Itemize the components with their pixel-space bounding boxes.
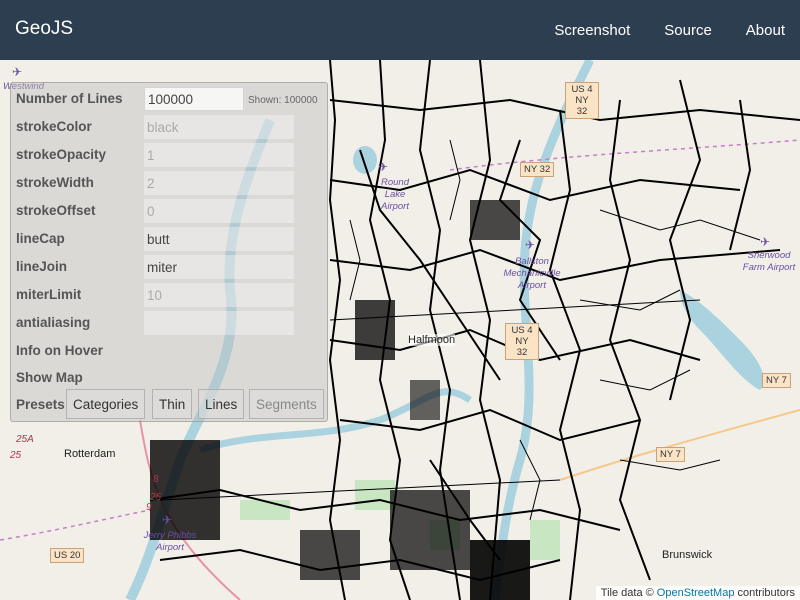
route-shield: US 4 NY 32 [505,323,539,360]
airport-icon: ✈ [378,160,389,174]
route-shield: US 4 NY 32 [565,82,599,119]
road [729,99,752,251]
road [328,60,346,600]
preset-categories-button[interactable]: Categories [66,389,146,419]
stroke-offset-label: strokeOffset [16,203,96,218]
airport-icon: ✈ [162,513,173,527]
route-shield: NY 32 [520,162,555,177]
stroke-width-row: strokeWidth [16,171,326,195]
nav-about[interactable]: About [746,22,785,39]
nav-source[interactable]: Source [664,22,712,39]
shown-count: Shown: 100000 [248,95,318,106]
preset-segments-button[interactable]: Segments [249,389,324,419]
antialiasing-label: antialiasing [16,315,91,330]
stroke-opacity-label: strokeOpacity [16,147,107,162]
number-of-lines-input[interactable] [144,87,244,111]
airport-icon: ✈ [12,65,23,79]
stroke-opacity-row: strokeOpacity [16,143,326,167]
preset-lines-button[interactable]: Lines [198,389,245,419]
round-lake [353,146,377,174]
town-label: Brunswick [662,549,713,561]
route-shield: US 20 [50,548,85,563]
airport-icon: ✈ [760,235,771,249]
show-map-label: Show Map [16,370,83,385]
presets-label: Presets [16,397,65,412]
airport-label: Jerry Phibbs Airport [143,530,197,553]
stroke-color-label: strokeColor [16,119,92,134]
controls-panel: Number of Lines Shown: 100000 strokeColo… [10,82,328,422]
show-map-row: Show Map [16,366,326,390]
stroke-color-input[interactable] [144,115,294,139]
line-cap-label: lineCap [16,231,65,246]
line-cap-select[interactable] [144,227,294,251]
number-of-lines-row: Number of Lines Shown: 100000 [16,87,326,111]
antialiasing-input[interactable] [144,311,294,335]
info-on-hover-row: Info on Hover [16,339,326,363]
park [240,500,290,520]
stroke-width-input[interactable] [144,171,294,195]
town-label: Rotterdam [64,448,116,460]
miter-limit-input[interactable] [144,283,294,307]
boundary-west [0,509,151,541]
preset-thin-button[interactable]: Thin [152,389,193,419]
airport-label: Round Lake Airport [381,177,409,212]
line-join-row: lineJoin [16,255,326,279]
park [355,480,395,510]
stroke-width-label: strokeWidth [16,175,94,190]
nav-screenshot[interactable]: Screenshot [554,22,630,39]
stroke-color-row: strokeColor [16,115,326,139]
park [530,520,560,560]
attribution-suffix: contributors [737,587,795,599]
lake-east [680,290,764,390]
info-on-hover-label: Info on Hover [16,343,103,358]
stroke-opacity-input[interactable] [144,143,294,167]
attribution-prefix: Tile data © [600,587,654,599]
route-shield: NY 7 [656,447,685,462]
miter-limit-label: miterLimit [16,287,82,302]
airport-label: Sherwood Farm Airport [742,250,796,273]
line-cap-row: lineCap [16,227,326,251]
navbar: GeoJS Screenshot Source About [0,0,800,60]
airport-icon: ✈ [525,238,536,252]
stroke-offset-input[interactable] [144,199,294,223]
brand-logo[interactable]: GeoJS [15,18,73,40]
miter-limit-row: miterLimit [16,283,326,307]
route-number: 8 [153,474,159,485]
route-number: 25 [10,450,22,461]
osm-link[interactable]: OpenStreetMap [657,587,735,599]
route-number: 25A [16,434,34,445]
map-attribution: Tile data © OpenStreetMap contributors [595,586,800,600]
airport-label: Ballston Mechanicville Airport [503,256,561,291]
line-join-select[interactable] [144,255,294,279]
nav-links: Screenshot Source About [520,0,785,60]
line-join-label: lineJoin [16,259,68,274]
antialiasing-row: antialiasing [16,311,326,335]
route-number: 9 [146,502,152,513]
number-of-lines-label: Number of Lines [16,91,123,106]
stroke-offset-row: strokeOffset [16,199,326,223]
town-label: Halfmoon [408,334,456,346]
route-shield: NY 7 [762,373,791,388]
